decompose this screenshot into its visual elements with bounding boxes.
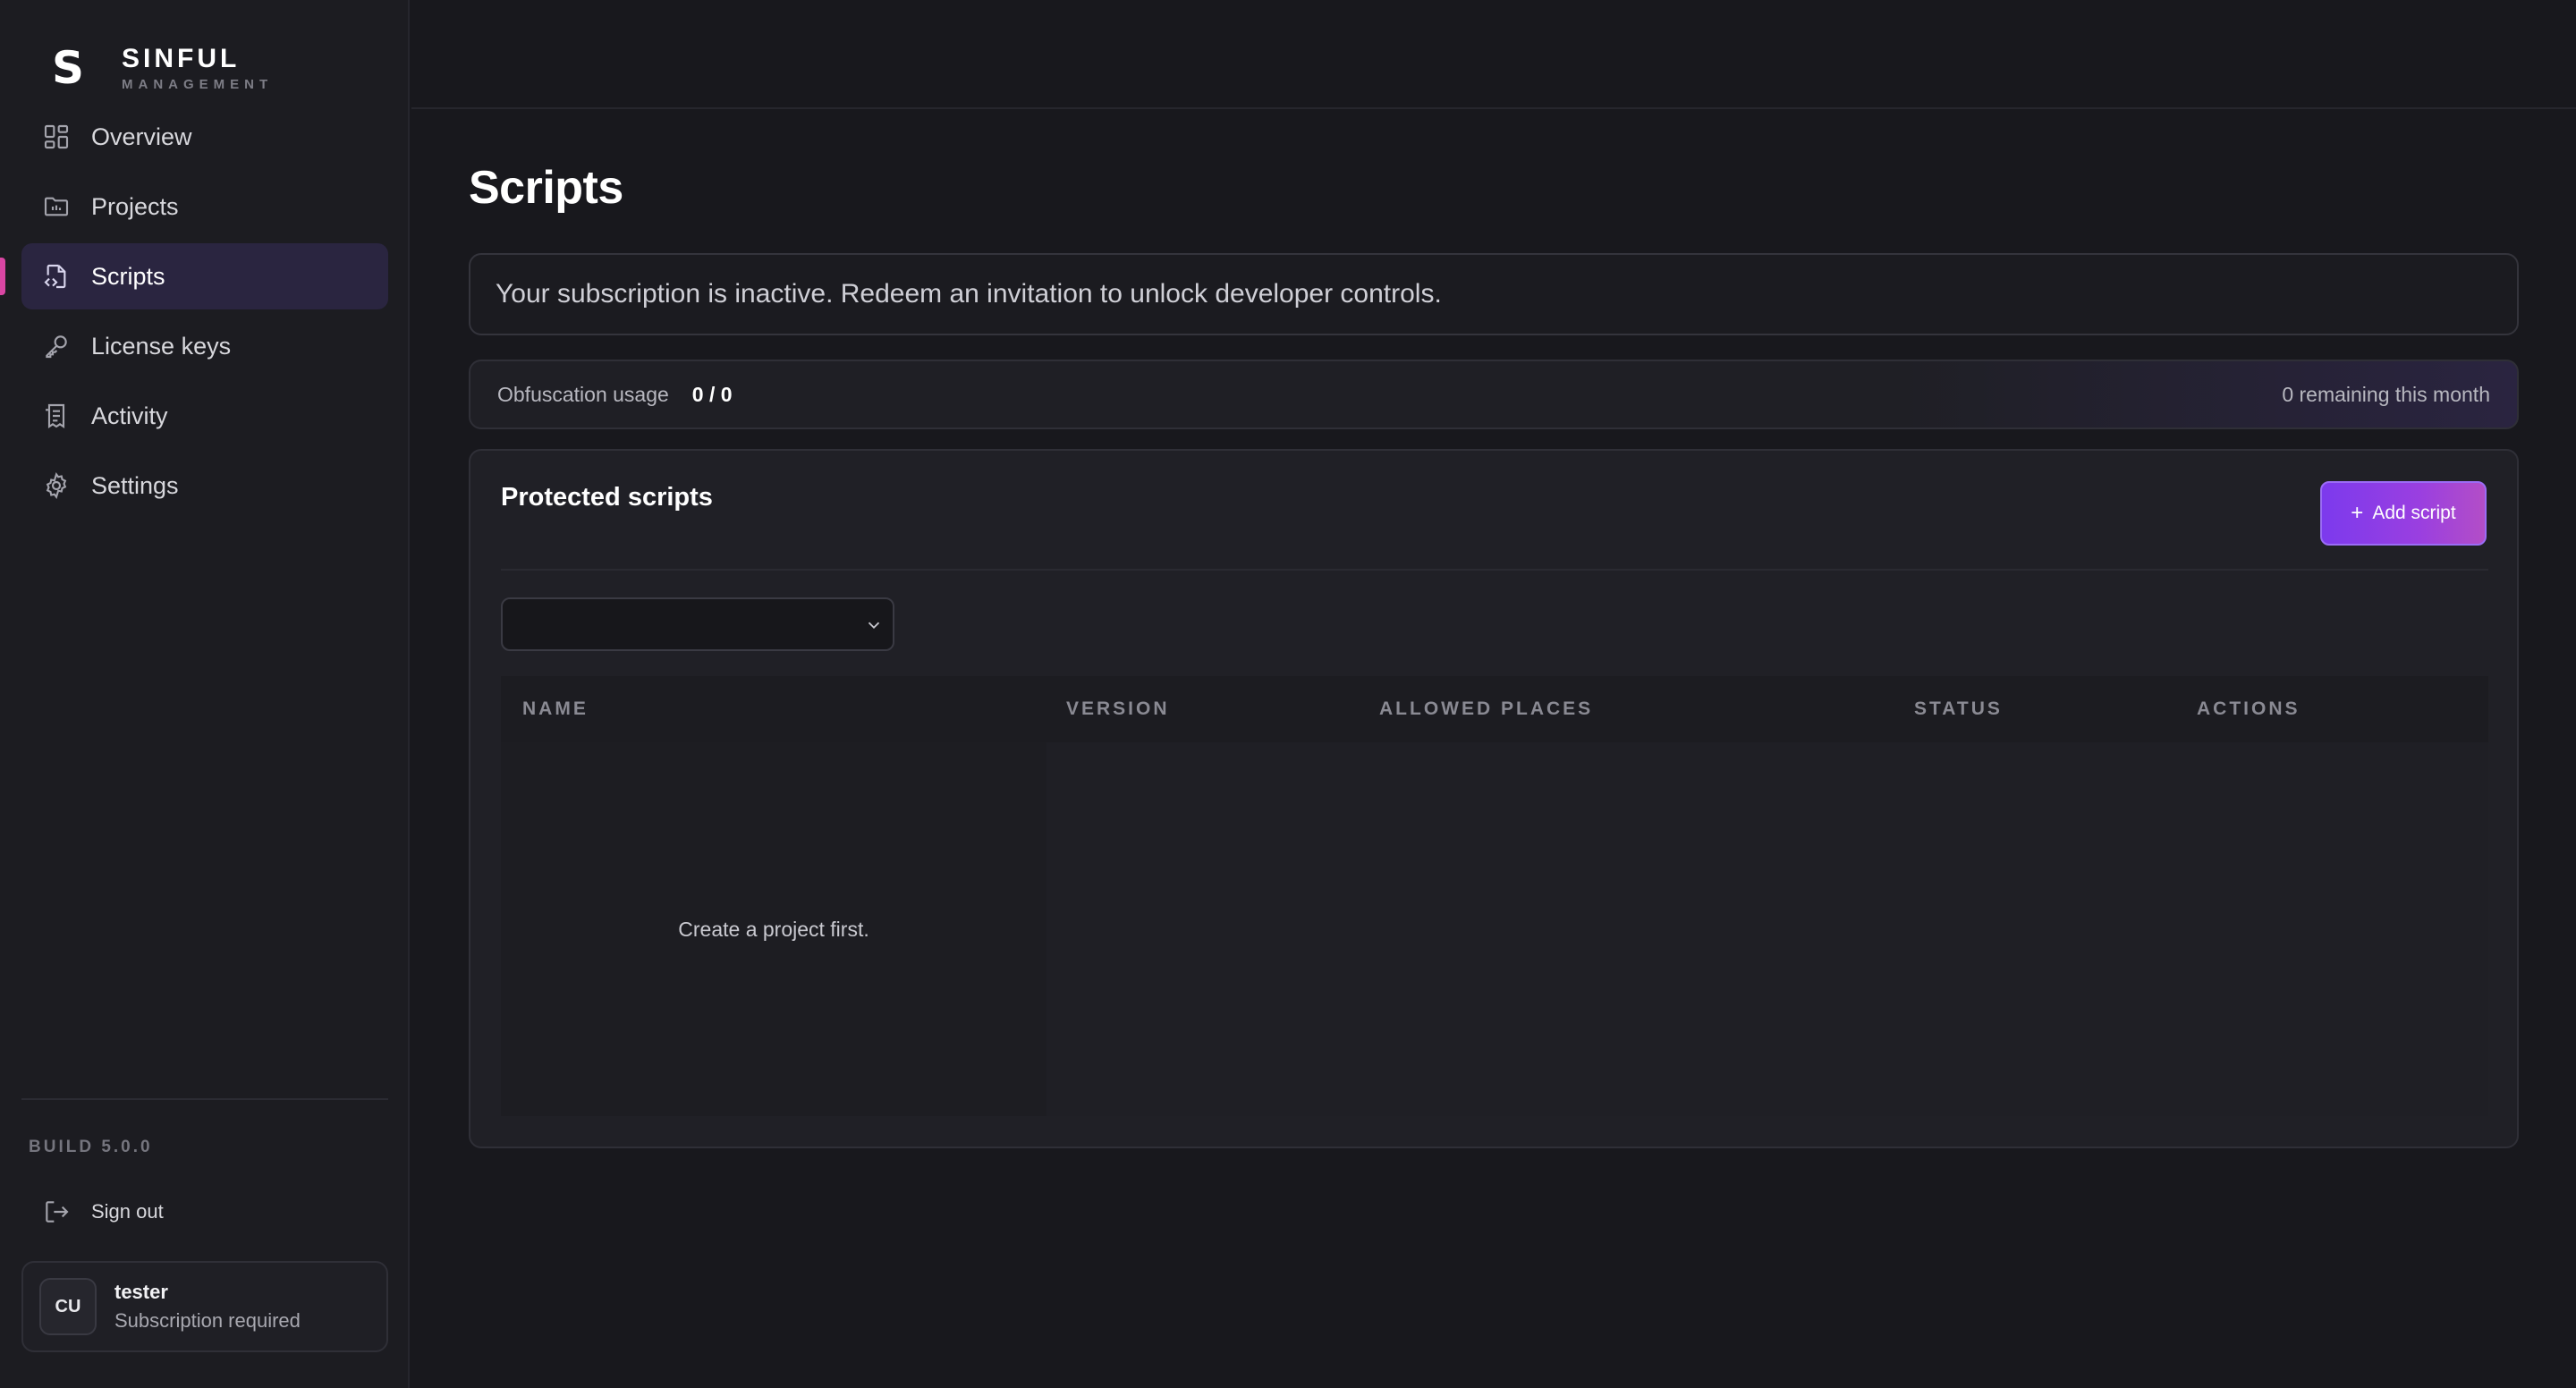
brand-logo: S bbox=[51, 42, 84, 94]
brand-title: SINFUL bbox=[122, 43, 241, 73]
usage-remaining: 0 remaining this month bbox=[2282, 382, 2490, 406]
panel-divider bbox=[501, 569, 2488, 571]
sidebar-item-label: Settings bbox=[91, 471, 179, 499]
usage-label: Obfuscation usage bbox=[497, 382, 669, 406]
add-script-button[interactable]: + Add script bbox=[2320, 481, 2487, 546]
sidebar-item-label: Activity bbox=[91, 402, 168, 429]
column-header-name[interactable]: NAME bbox=[522, 698, 589, 720]
sidebar-item-overview[interactable]: Overview bbox=[21, 104, 388, 170]
user-card[interactable]: CU tester Subscription required bbox=[21, 1261, 388, 1352]
brand-subtitle: MANAGEMENT bbox=[122, 76, 274, 92]
receipt-icon bbox=[41, 401, 72, 431]
sidebar-nav: Overview Projects Scripts License keys A… bbox=[0, 104, 388, 522]
user-name: tester bbox=[114, 1281, 168, 1303]
brand-text: SINFUL MANAGEMENT bbox=[122, 43, 274, 92]
sidebar-item-scripts[interactable]: Scripts bbox=[0, 243, 388, 309]
file-code-icon bbox=[41, 261, 72, 292]
obfuscation-usage-bar: Obfuscation usage 0 / 0 0 remaining this… bbox=[469, 360, 2519, 429]
sidebar: S SINFUL MANAGEMENT Overview Projects Sc… bbox=[0, 0, 410, 1388]
table-body: Create a project first. bbox=[501, 742, 2488, 1116]
panel-title: Protected scripts bbox=[501, 483, 713, 512]
project-select[interactable] bbox=[501, 597, 894, 651]
plus-icon: + bbox=[2351, 501, 2364, 525]
banner-text: Your subscription is inactive. Redeem an… bbox=[496, 279, 1442, 309]
folder-chart-icon bbox=[41, 191, 72, 222]
top-bar bbox=[411, 0, 2576, 109]
sidebar-item-projects[interactable]: Projects bbox=[21, 174, 388, 240]
sign-out-button[interactable]: Sign out bbox=[21, 1189, 388, 1234]
sidebar-item-license-keys[interactable]: License keys bbox=[21, 313, 388, 379]
page-title: Scripts bbox=[469, 162, 623, 214]
sidebar-item-label: Projects bbox=[91, 192, 179, 220]
sign-out-label: Sign out bbox=[91, 1200, 164, 1223]
column-header-version[interactable]: VERSION bbox=[1066, 698, 1170, 720]
table-header: NAME VERSION ALLOWED PLACES STATUS ACTIO… bbox=[501, 676, 2488, 742]
sidebar-item-label: License keys bbox=[91, 332, 232, 360]
sidebar-item-label: Overview bbox=[91, 123, 192, 150]
app-root: S SINFUL MANAGEMENT Overview Projects Sc… bbox=[0, 0, 2576, 1388]
protected-scripts-panel: Protected scripts + Add script NAME VERS… bbox=[469, 449, 2519, 1148]
user-status: Subscription required bbox=[114, 1309, 301, 1332]
build-version: BUILD 5.0.0 bbox=[29, 1138, 153, 1156]
column-header-actions[interactable]: ACTIONS bbox=[2197, 698, 2301, 720]
logout-icon bbox=[41, 1197, 72, 1227]
column-header-status[interactable]: STATUS bbox=[1914, 698, 2003, 720]
gear-icon bbox=[41, 470, 72, 501]
key-icon bbox=[41, 331, 72, 361]
sidebar-divider bbox=[21, 1098, 388, 1100]
sidebar-item-activity[interactable]: Activity bbox=[21, 383, 388, 449]
brand[interactable]: S SINFUL MANAGEMENT bbox=[48, 41, 273, 95]
subscription-banner: Your subscription is inactive. Redeem an… bbox=[469, 253, 2519, 335]
column-header-allowed-places[interactable]: ALLOWED PLACES bbox=[1379, 698, 1593, 720]
sidebar-item-label: Scripts bbox=[91, 262, 165, 290]
chevron-down-icon bbox=[864, 615, 884, 639]
empty-message: Create a project first. bbox=[678, 917, 869, 941]
sidebar-item-settings[interactable]: Settings bbox=[21, 453, 388, 519]
avatar: CU bbox=[39, 1278, 97, 1335]
add-script-label: Add script bbox=[2372, 503, 2456, 523]
usage-value: 0 / 0 bbox=[691, 382, 733, 406]
grid-icon bbox=[41, 122, 72, 152]
empty-state: Create a project first. bbox=[501, 742, 1046, 1116]
user-info: tester Subscription required bbox=[114, 1281, 301, 1333]
